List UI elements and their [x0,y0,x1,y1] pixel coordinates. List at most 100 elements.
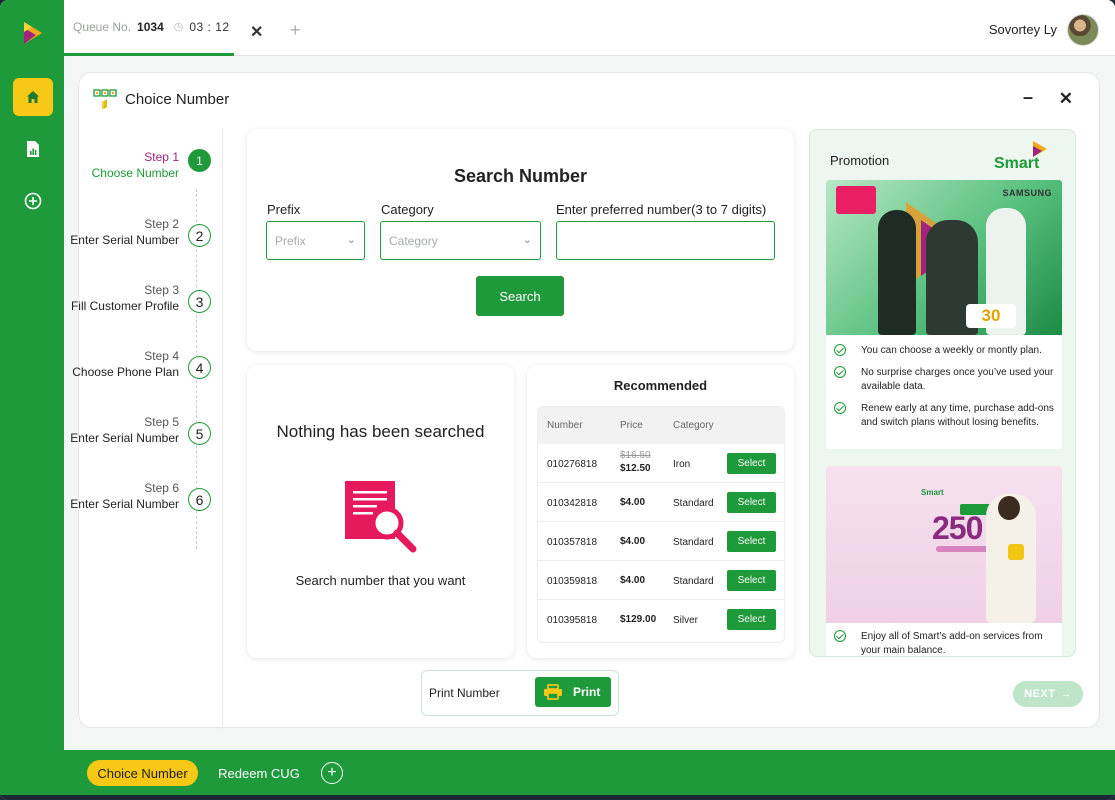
category-cell: Standard [673,537,714,548]
document-search-icon [345,481,417,553]
empty-results-panel: Nothing has been searched Search number … [247,365,514,658]
arrow-right-icon: → [1060,688,1072,700]
step-number: 1 [188,149,211,172]
category-placeholder: Category [389,234,438,248]
benefit-text: You can choose a weekly or montly plan. [861,345,1042,356]
printer-icon [544,684,562,700]
step-3[interactable]: Step 3 Fill Customer Profile 3 [71,282,211,338]
list-item: No surprise charges once you’ve used you… [834,366,1056,394]
add-tab-icon[interactable]: + [321,762,343,784]
chevron-down-icon: ⌄ [346,234,356,246]
promo-number-badge: 30 [966,304,1016,328]
promo-benefits: You can choose a weekly or montly plan. … [834,344,1056,438]
card-header: Choice Number – ✕ [79,73,1099,129]
user-name: Sovortey Ly [988,22,1057,37]
prefix-label: Prefix [267,202,301,217]
step-name: Enter Serial Number [70,233,179,247]
step-number: 6 [188,488,211,511]
select-button[interactable]: Select [727,453,776,474]
step-text: Step 3 Fill Customer Profile [69,282,179,314]
nav-home-button[interactable] [13,78,53,116]
queue-label: Queue No. [73,19,132,34]
recommended-panel: Recommended Number Price Category 010276… [527,365,794,658]
step-label: Step 6 [144,481,179,495]
step-text: Step 1 Choose Number [69,149,179,181]
bag-shape [1008,544,1024,560]
benefit-text: No surprise charges once you’ve used you… [861,367,1054,392]
page-title: Choice Number [125,91,230,108]
price-cell: $12.50 [620,463,651,474]
home-icon [27,91,39,103]
promotion-panel[interactable]: Promotion Smart SAMSUNG 30 You can choos… [809,129,1076,657]
avatar[interactable] [1067,14,1099,46]
tab-redeem-cug[interactable]: Redeem CUG [209,760,309,786]
next-label: NEXT [1024,688,1056,700]
prefix-placeholder: Prefix [275,234,306,248]
promo-banner-image: Smart 250 MB [826,466,1062,623]
select-button[interactable]: Select [727,531,776,552]
price-cell: $129.00 [620,614,657,625]
step-4[interactable]: Step 4 Choose Phone Plan 4 [72,348,211,404]
nav-add-button[interactable] [13,182,53,220]
minimize-icon[interactable]: – [1023,87,1033,108]
number-cell: 010395818 [547,615,598,626]
search-panel: Search Number Prefix Prefix ⌄ Category C… [247,129,794,351]
column-header: Price [620,420,643,431]
step-5[interactable]: Step 5 Enter Serial Number 5 [70,414,211,470]
empty-title: Nothing has been searched [276,422,485,441]
empty-subtitle: Search number that you want [295,573,466,588]
tab-choice-number[interactable]: Choice Number [87,760,198,786]
step-1[interactable]: Step 1 Choose Number 1 [79,149,211,205]
close-icon[interactable]: ✕ [1059,89,1073,109]
number-grid-icon [93,89,117,109]
step-label: Step 1 [144,150,179,164]
promo-card[interactable]: SAMSUNG 30 You can choose a weekly or mo… [826,180,1062,449]
print-button[interactable]: Print [535,677,611,707]
step-name: Choose Number [91,166,179,180]
step-name: Choose Phone Plan [72,365,179,379]
list-item: You can choose a weekly or montly plan. [834,344,1056,358]
choice-number-card: Choice Number – ✕ Step 1 Choose Number 1… [70,72,1100,729]
promotion-title: Promotion [830,153,890,168]
table-row: 010359818 $4.00 Standard Select [538,561,784,600]
step-label: Step 4 [144,349,179,363]
step-name: Fill Customer Profile [70,299,179,313]
check-circle-icon [834,344,846,356]
category-select[interactable]: Category ⌄ [380,221,541,260]
prefix-select[interactable]: Prefix ⌄ [266,221,365,260]
step-name: Enter Serial Number [70,431,179,445]
recommended-table: Number Price Category 010276818 $16.50 $… [537,406,785,643]
category-cell: Iron [673,459,691,470]
left-sidebar [0,0,64,800]
next-button[interactable]: NEXT → [1013,681,1083,707]
nav-report-button[interactable] [13,130,53,168]
check-circle-icon [834,366,846,378]
preferred-number-input[interactable] [556,221,775,260]
queue-tab[interactable]: Queue No. 1034 ◷ 03 : 12 [64,0,234,56]
step-2[interactable]: Step 2 Enter Serial Number 2 [70,216,211,272]
category-cell: Standard [673,498,714,509]
smart-brand: Smart [994,155,1040,172]
app-window: Queue No. 1034 ◷ 03 : 12 ✕ + Sovortey Ly… [0,0,1115,800]
step-6[interactable]: Step 6 Enter Serial Number 6 [70,480,211,536]
promo-card[interactable]: Smart 250 MB Enjoy all of Smart’s add-on… [826,466,1062,656]
samsung-brand: SAMSUNG [1002,188,1052,198]
search-button[interactable]: Search [476,276,564,316]
select-button[interactable]: Select [727,609,776,630]
banner-amount: 250 [932,510,983,546]
number-cell: 010276818 [547,459,598,470]
close-tab-icon[interactable]: ✕ [250,22,263,42]
select-button[interactable]: Select [727,492,776,513]
bottom-tab-bar: Choice Number Redeem CUG + [64,750,1115,795]
category-cell: Silver [673,615,699,626]
select-button[interactable]: Select [727,570,776,591]
category-label: Category [381,202,434,217]
add-tab-icon[interactable]: + [290,20,301,41]
preferred-number-label: Enter preferred number(3 to 7 digits) [556,202,767,217]
clock-icon: ◷ [173,21,184,33]
step-number: 2 [188,224,211,247]
number-cell: 010359818 [547,576,598,587]
check-circle-icon [834,630,846,642]
table-row: 010342818 $4.00 Standard Select [538,483,784,522]
number-cell: 010357818 [547,537,598,548]
